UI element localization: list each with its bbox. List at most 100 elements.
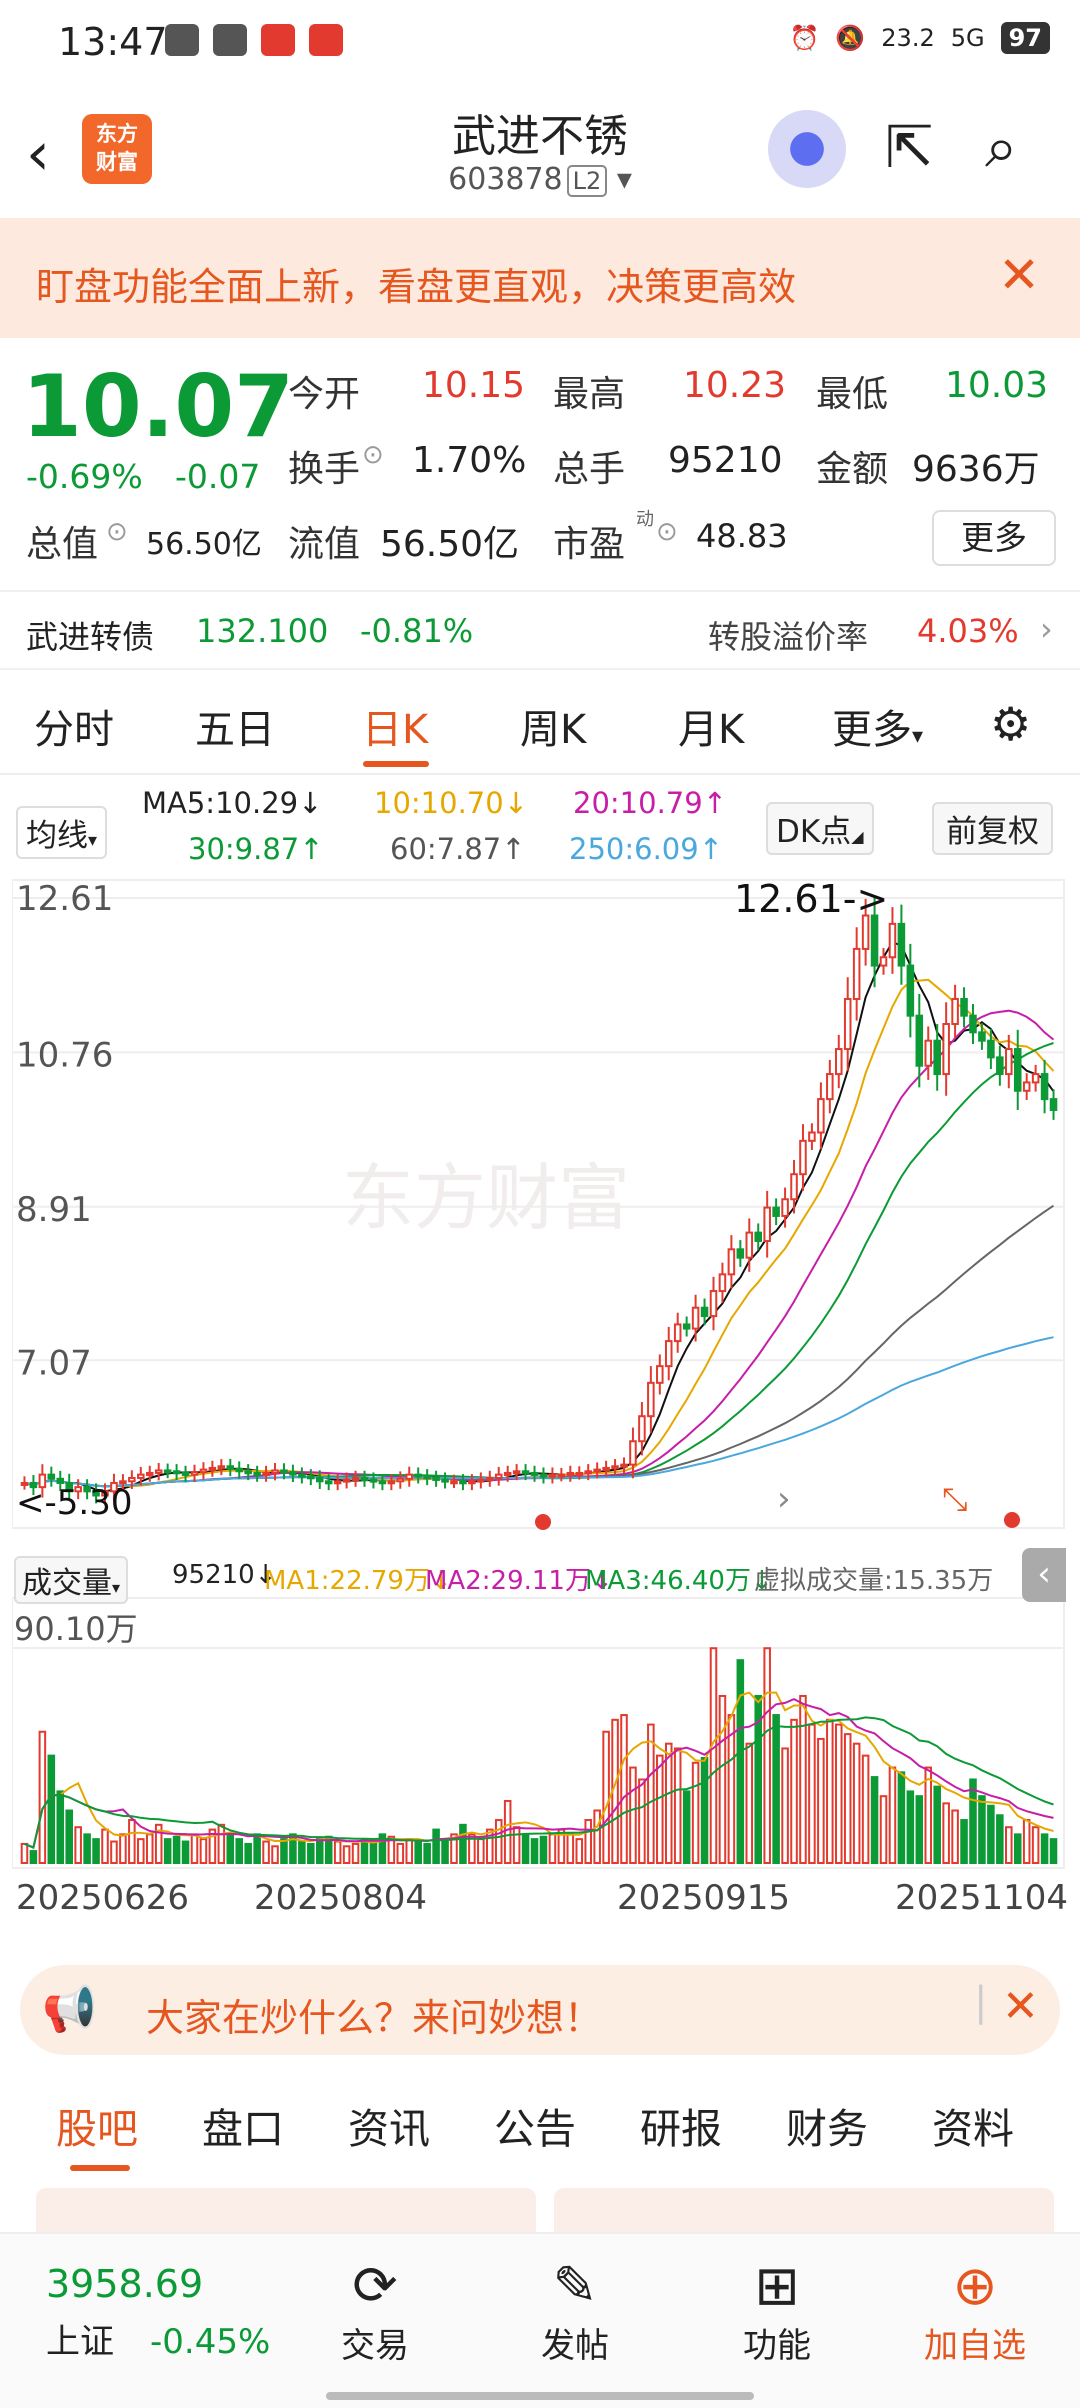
candle-body	[897, 922, 906, 967]
tab-profile[interactable]: 资料	[932, 2095, 1014, 2155]
collapse-icon[interactable]: ‹	[1022, 1548, 1066, 1602]
candle-body	[700, 1306, 709, 1318]
candle-body	[244, 1470, 252, 1475]
tab-intraday[interactable]: 分时	[34, 697, 114, 755]
info-icon[interactable]: ⊙	[106, 517, 128, 547]
info-icon[interactable]: ⊙	[362, 440, 384, 470]
nav-functions[interactable]: ⊞ 功能	[732, 2254, 822, 2367]
volume-bar	[119, 1833, 127, 1865]
high-annotation: 12.61->	[734, 878, 888, 921]
active-tab-indicator	[363, 761, 429, 767]
volume-bar	[163, 1838, 172, 1865]
candle-body	[468, 1480, 476, 1485]
volume-bar	[808, 1723, 816, 1864]
volume-bar	[405, 1838, 414, 1865]
candle-body	[128, 1476, 136, 1483]
candle-body	[1040, 1073, 1049, 1101]
tab-more[interactable]: 更多▾	[832, 697, 923, 755]
candle-body	[906, 964, 915, 1017]
volume-bar	[987, 1804, 995, 1864]
volume-bar	[548, 1833, 557, 1865]
candle-body	[378, 1480, 387, 1485]
taobao-icon	[261, 24, 295, 56]
candle-body	[754, 1231, 763, 1242]
add-watchlist-button[interactable]: ⊕ 加自选	[910, 2254, 1040, 2367]
volume-bar	[924, 1766, 933, 1864]
tab-monthly-k[interactable]: 月K	[678, 697, 744, 755]
volume-bar	[951, 1809, 959, 1864]
tab-weekly-k[interactable]: 周K	[520, 697, 586, 755]
tab-guba[interactable]: 股吧	[56, 2095, 138, 2155]
volume-selector[interactable]: 成交量▾	[14, 1556, 129, 1604]
volume-bar	[781, 1747, 789, 1864]
volume-bar	[65, 1809, 73, 1864]
volume-bar	[575, 1838, 584, 1865]
ma-selector[interactable]: 均线▾	[16, 806, 108, 859]
candle-body	[521, 1470, 530, 1475]
volume-bar	[620, 1714, 628, 1865]
candle-body	[602, 1466, 610, 1471]
info-icon[interactable]: ⊙	[656, 517, 678, 547]
tab-finance[interactable]: 财务	[786, 2095, 868, 2155]
tab-news[interactable]: 资讯	[348, 2095, 430, 2155]
volume-bar	[56, 1790, 65, 1865]
tab-five-day[interactable]: 五日	[195, 697, 275, 755]
candle-body	[584, 1470, 592, 1475]
kline-chart[interactable]: 东方财富 12.61 10.76 8.91 7.07 12.61-> <-5.30 ›…	[12, 878, 1068, 1878]
search-icon[interactable]: ⌕	[985, 114, 1051, 180]
candle-body	[772, 1206, 780, 1217]
volume-bar	[262, 1840, 270, 1865]
volume-bar	[584, 1819, 592, 1865]
pe-superscript: 动	[636, 509, 654, 530]
nav-trade[interactable]: ⟳ 交易	[330, 2254, 420, 2367]
close-icon[interactable]: ✕	[998, 246, 1040, 304]
tab-daily-k[interactable]: 日K	[362, 697, 428, 755]
volume-bar	[190, 1833, 199, 1865]
index-widget[interactable]: 3958.69 上证 -0.45%	[46, 2262, 270, 2363]
volume-bar	[1031, 1826, 1040, 1864]
volume-bar	[629, 1766, 637, 1864]
volume-bar	[745, 1742, 754, 1864]
candle-body	[826, 1073, 834, 1101]
candle-body	[530, 1471, 539, 1476]
tab-announcements[interactable]: 公告	[494, 2095, 576, 2155]
expand-icon[interactable]: ⤡	[942, 1480, 968, 1518]
dk-point-button[interactable]: DK点◢	[766, 802, 874, 855]
ai-assistant-icon[interactable]	[768, 110, 846, 188]
volume-bar	[494, 1819, 503, 1865]
tab-pankou[interactable]: 盘口	[202, 2095, 284, 2155]
volume-bar	[673, 1747, 682, 1864]
volume-bar	[566, 1833, 575, 1865]
adjust-button[interactable]: 前复权	[932, 802, 1053, 855]
tab-research[interactable]: 研报	[640, 2095, 722, 2155]
content-card[interactable]	[36, 2188, 536, 2232]
nav-post[interactable]: ✎ 发帖	[530, 2254, 620, 2367]
volume-bar	[101, 1828, 109, 1864]
volume-bar	[897, 1771, 906, 1865]
candle-body	[727, 1248, 736, 1276]
candle-body	[879, 956, 888, 967]
candle-body	[47, 1473, 56, 1480]
status-bar: 13:47 ⏰ 🔕 23.2 5G 97	[0, 0, 1080, 84]
close-icon[interactable]: ✕	[1002, 1981, 1039, 2032]
candle-body	[843, 997, 852, 1051]
convertible-bond-row[interactable]: 武进转债 132.100 -0.81% 转股溢价率 4.03% ›	[0, 590, 1080, 670]
volume-bar	[870, 1776, 879, 1865]
pe-label: 市盈	[553, 524, 626, 565]
more-button[interactable]: 更多	[932, 510, 1056, 566]
promo-banner[interactable]: 盯盘功能全面上新，看盘更直观，决策更高效 ✕	[0, 218, 1080, 338]
ask-ai-bar[interactable]: 📢 大家在炒什么？来问妙想！ | ✕	[20, 1965, 1060, 2055]
low-value: 10.03	[945, 365, 1049, 406]
candle-body	[145, 1471, 154, 1476]
content-card[interactable]	[554, 2188, 1054, 2232]
volume-bar	[342, 1845, 351, 1864]
scroll-right-icon[interactable]: ›	[777, 1479, 791, 1519]
share-icon[interactable]: ⇱	[885, 114, 951, 180]
candle-body	[673, 1323, 682, 1343]
settings-gear-icon[interactable]: ⚙	[990, 697, 1031, 751]
amount-label: 金额	[816, 449, 889, 490]
edit-icon: ✎	[552, 2254, 598, 2317]
volume-bar	[942, 1802, 950, 1864]
volume-bar	[817, 1737, 825, 1864]
ask-text: 大家在炒什么？来问妙想！	[146, 1996, 603, 2040]
